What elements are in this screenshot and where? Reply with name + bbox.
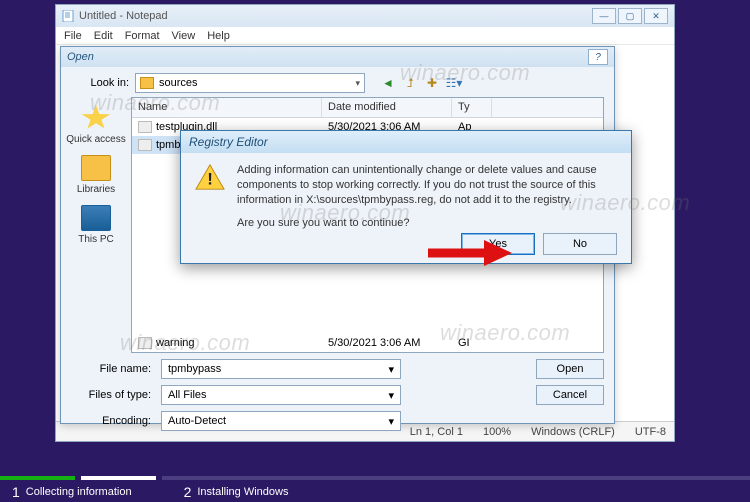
folder-icon xyxy=(140,77,154,89)
place-label: Libraries xyxy=(77,184,115,195)
col-type[interactable]: Ty xyxy=(452,98,492,117)
star-icon xyxy=(81,105,111,131)
notepad-title: Untitled - Notepad xyxy=(79,10,168,22)
no-button[interactable]: No xyxy=(543,233,617,255)
file-date: 5/30/2021 3:06 AM xyxy=(322,337,452,349)
dialog-help-button[interactable]: ? xyxy=(588,49,608,65)
status-enc: UTF-8 xyxy=(635,426,666,438)
place-quick-access[interactable]: Quick access xyxy=(66,105,125,145)
place-libraries[interactable]: Libraries xyxy=(77,155,115,195)
back-icon[interactable]: ◄ xyxy=(379,74,397,92)
notepad-menubar: File Edit Format View Help xyxy=(56,27,674,45)
cancel-button[interactable]: Cancel xyxy=(536,385,604,405)
close-button[interactable]: ✕ xyxy=(644,8,668,24)
registry-dialog-confirm: Are you sure you want to continue? xyxy=(237,216,617,231)
yes-button[interactable]: Yes xyxy=(461,233,535,255)
file-type-label: Files of type: xyxy=(71,389,151,401)
registry-editor-dialog: Registry Editor ! Adding information can… xyxy=(180,130,632,264)
places-bar: Quick access Libraries This PC xyxy=(61,97,131,353)
open-dialog-title: Open xyxy=(67,51,94,63)
look-in-value: sources xyxy=(159,77,198,89)
maximize-button[interactable]: ▢ xyxy=(618,8,642,24)
encoding-combo[interactable]: Auto-Detect ▾ xyxy=(161,411,401,431)
look-in-label: Look in: xyxy=(71,77,129,89)
file-icon xyxy=(138,121,152,133)
col-name[interactable]: Name xyxy=(132,98,322,117)
views-icon[interactable]: ☷▾ xyxy=(445,74,463,92)
place-label: Quick access xyxy=(66,134,125,145)
registry-dialog-body: Adding information can unintentionally c… xyxy=(237,163,617,208)
registry-dialog-titlebar[interactable]: Registry Editor xyxy=(181,131,631,153)
progress-step1 xyxy=(0,476,75,480)
warning-icon: ! xyxy=(195,163,225,191)
up-icon[interactable]: ⮥ xyxy=(401,74,419,92)
look-in-combo[interactable]: sources ▾ xyxy=(135,73,365,93)
place-this-pc[interactable]: This PC xyxy=(78,205,114,245)
monitor-icon xyxy=(81,205,111,231)
file-type-combo[interactable]: All Files ▾ xyxy=(161,385,401,405)
notepad-titlebar[interactable]: Untitled - Notepad — ▢ ✕ xyxy=(56,5,674,27)
chevron-down-icon: ▾ xyxy=(355,78,360,89)
chevron-down-icon: ▾ xyxy=(388,389,394,402)
file-name: warning xyxy=(156,337,195,349)
svg-text:!: ! xyxy=(207,170,213,189)
open-dialog-titlebar[interactable]: Open ? xyxy=(61,47,614,67)
menu-format[interactable]: Format xyxy=(125,30,160,42)
encoding-label: Encoding: xyxy=(71,415,151,427)
notepad-icon xyxy=(62,10,74,22)
file-name-input[interactable]: tpmbypass ▾ xyxy=(161,359,401,379)
progress-step2 xyxy=(81,476,156,480)
file-icon xyxy=(138,139,152,151)
col-date[interactable]: Date modified xyxy=(322,98,452,117)
open-button[interactable]: Open xyxy=(536,359,604,379)
menu-file[interactable]: File xyxy=(64,30,82,42)
look-in-row: Look in: sources ▾ ◄ ⮥ ✚ ☷▾ xyxy=(61,67,614,97)
file-name-label: File name: xyxy=(71,363,151,375)
step-number: 2 xyxy=(184,484,192,500)
menu-edit[interactable]: Edit xyxy=(94,30,113,42)
step-number: 1 xyxy=(12,484,20,500)
step-label: Installing Windows xyxy=(197,486,288,498)
menu-view[interactable]: View xyxy=(172,30,196,42)
file-icon xyxy=(138,337,152,349)
file-list-header[interactable]: Name Date modified Ty xyxy=(132,98,603,118)
registry-dialog-title: Registry Editor xyxy=(189,135,268,149)
file-type-value: All Files xyxy=(168,389,207,401)
setup-progress xyxy=(0,476,750,480)
minimize-button[interactable]: — xyxy=(592,8,616,24)
folder-icon xyxy=(81,155,111,181)
place-label: This PC xyxy=(78,234,114,245)
file-row[interactable]: warning 5/30/2021 3:06 AM GI xyxy=(132,334,603,352)
encoding-value: Auto-Detect xyxy=(168,415,226,427)
file-type: GI xyxy=(452,337,492,349)
file-name-value: tpmbypass xyxy=(168,363,221,375)
chevron-down-icon: ▾ xyxy=(388,363,394,376)
step-label: Collecting information xyxy=(26,486,132,498)
setup-step-labels: 1 Collecting information 2 Installing Wi… xyxy=(0,482,750,502)
new-folder-icon[interactable]: ✚ xyxy=(423,74,441,92)
menu-help[interactable]: Help xyxy=(207,30,230,42)
chevron-down-icon: ▾ xyxy=(388,415,394,428)
